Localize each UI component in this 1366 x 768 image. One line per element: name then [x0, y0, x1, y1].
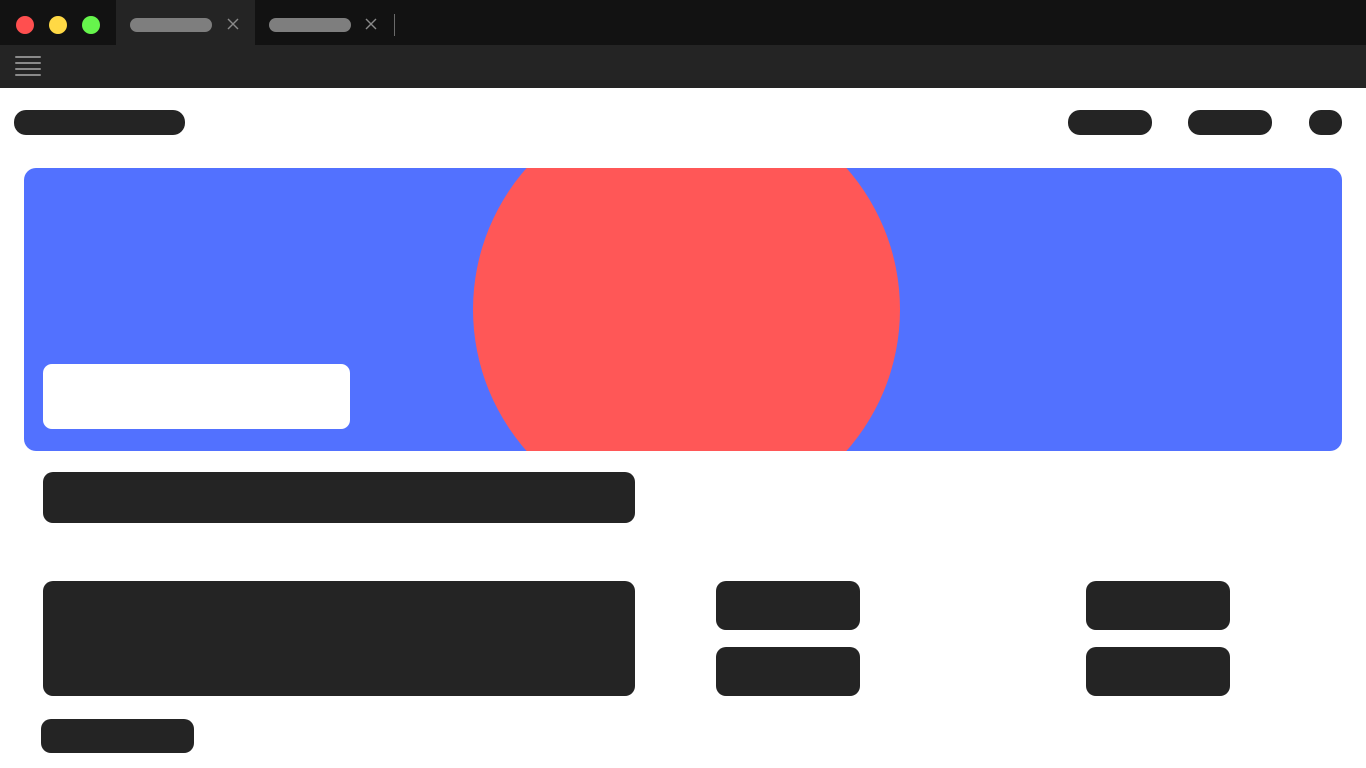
hero-card[interactable]: [43, 364, 350, 429]
close-window-button[interactable]: [16, 16, 34, 34]
link-button-4[interactable]: [1086, 647, 1230, 696]
tab-1-label: [130, 18, 212, 32]
footer-button[interactable]: [41, 719, 194, 753]
link-button-2[interactable]: [716, 647, 860, 696]
close-tab-1-icon[interactable]: [226, 17, 240, 31]
tab-1[interactable]: [116, 0, 255, 45]
tab-2[interactable]: [255, 0, 394, 45]
tab-separator: [394, 14, 395, 36]
site-logo[interactable]: [14, 110, 185, 135]
hero-circle-shape: [473, 168, 900, 451]
link-button-3[interactable]: [1086, 581, 1230, 630]
nav-item-2[interactable]: [1188, 110, 1272, 135]
page-heading: [43, 472, 635, 523]
description-block: [43, 581, 635, 696]
hero-banner: [24, 168, 1342, 451]
nav-item-3[interactable]: [1309, 110, 1342, 135]
minimize-window-button[interactable]: [49, 16, 67, 34]
zoom-window-button[interactable]: [82, 16, 100, 34]
nav-item-1[interactable]: [1068, 110, 1152, 135]
hamburger-menu-icon[interactable]: [15, 56, 41, 76]
browser-toolbar: [0, 45, 1366, 88]
tab-2-label: [269, 18, 351, 32]
close-tab-2-icon[interactable]: [364, 17, 378, 31]
link-button-1[interactable]: [716, 581, 860, 630]
browser-title-bar: [0, 0, 1366, 45]
